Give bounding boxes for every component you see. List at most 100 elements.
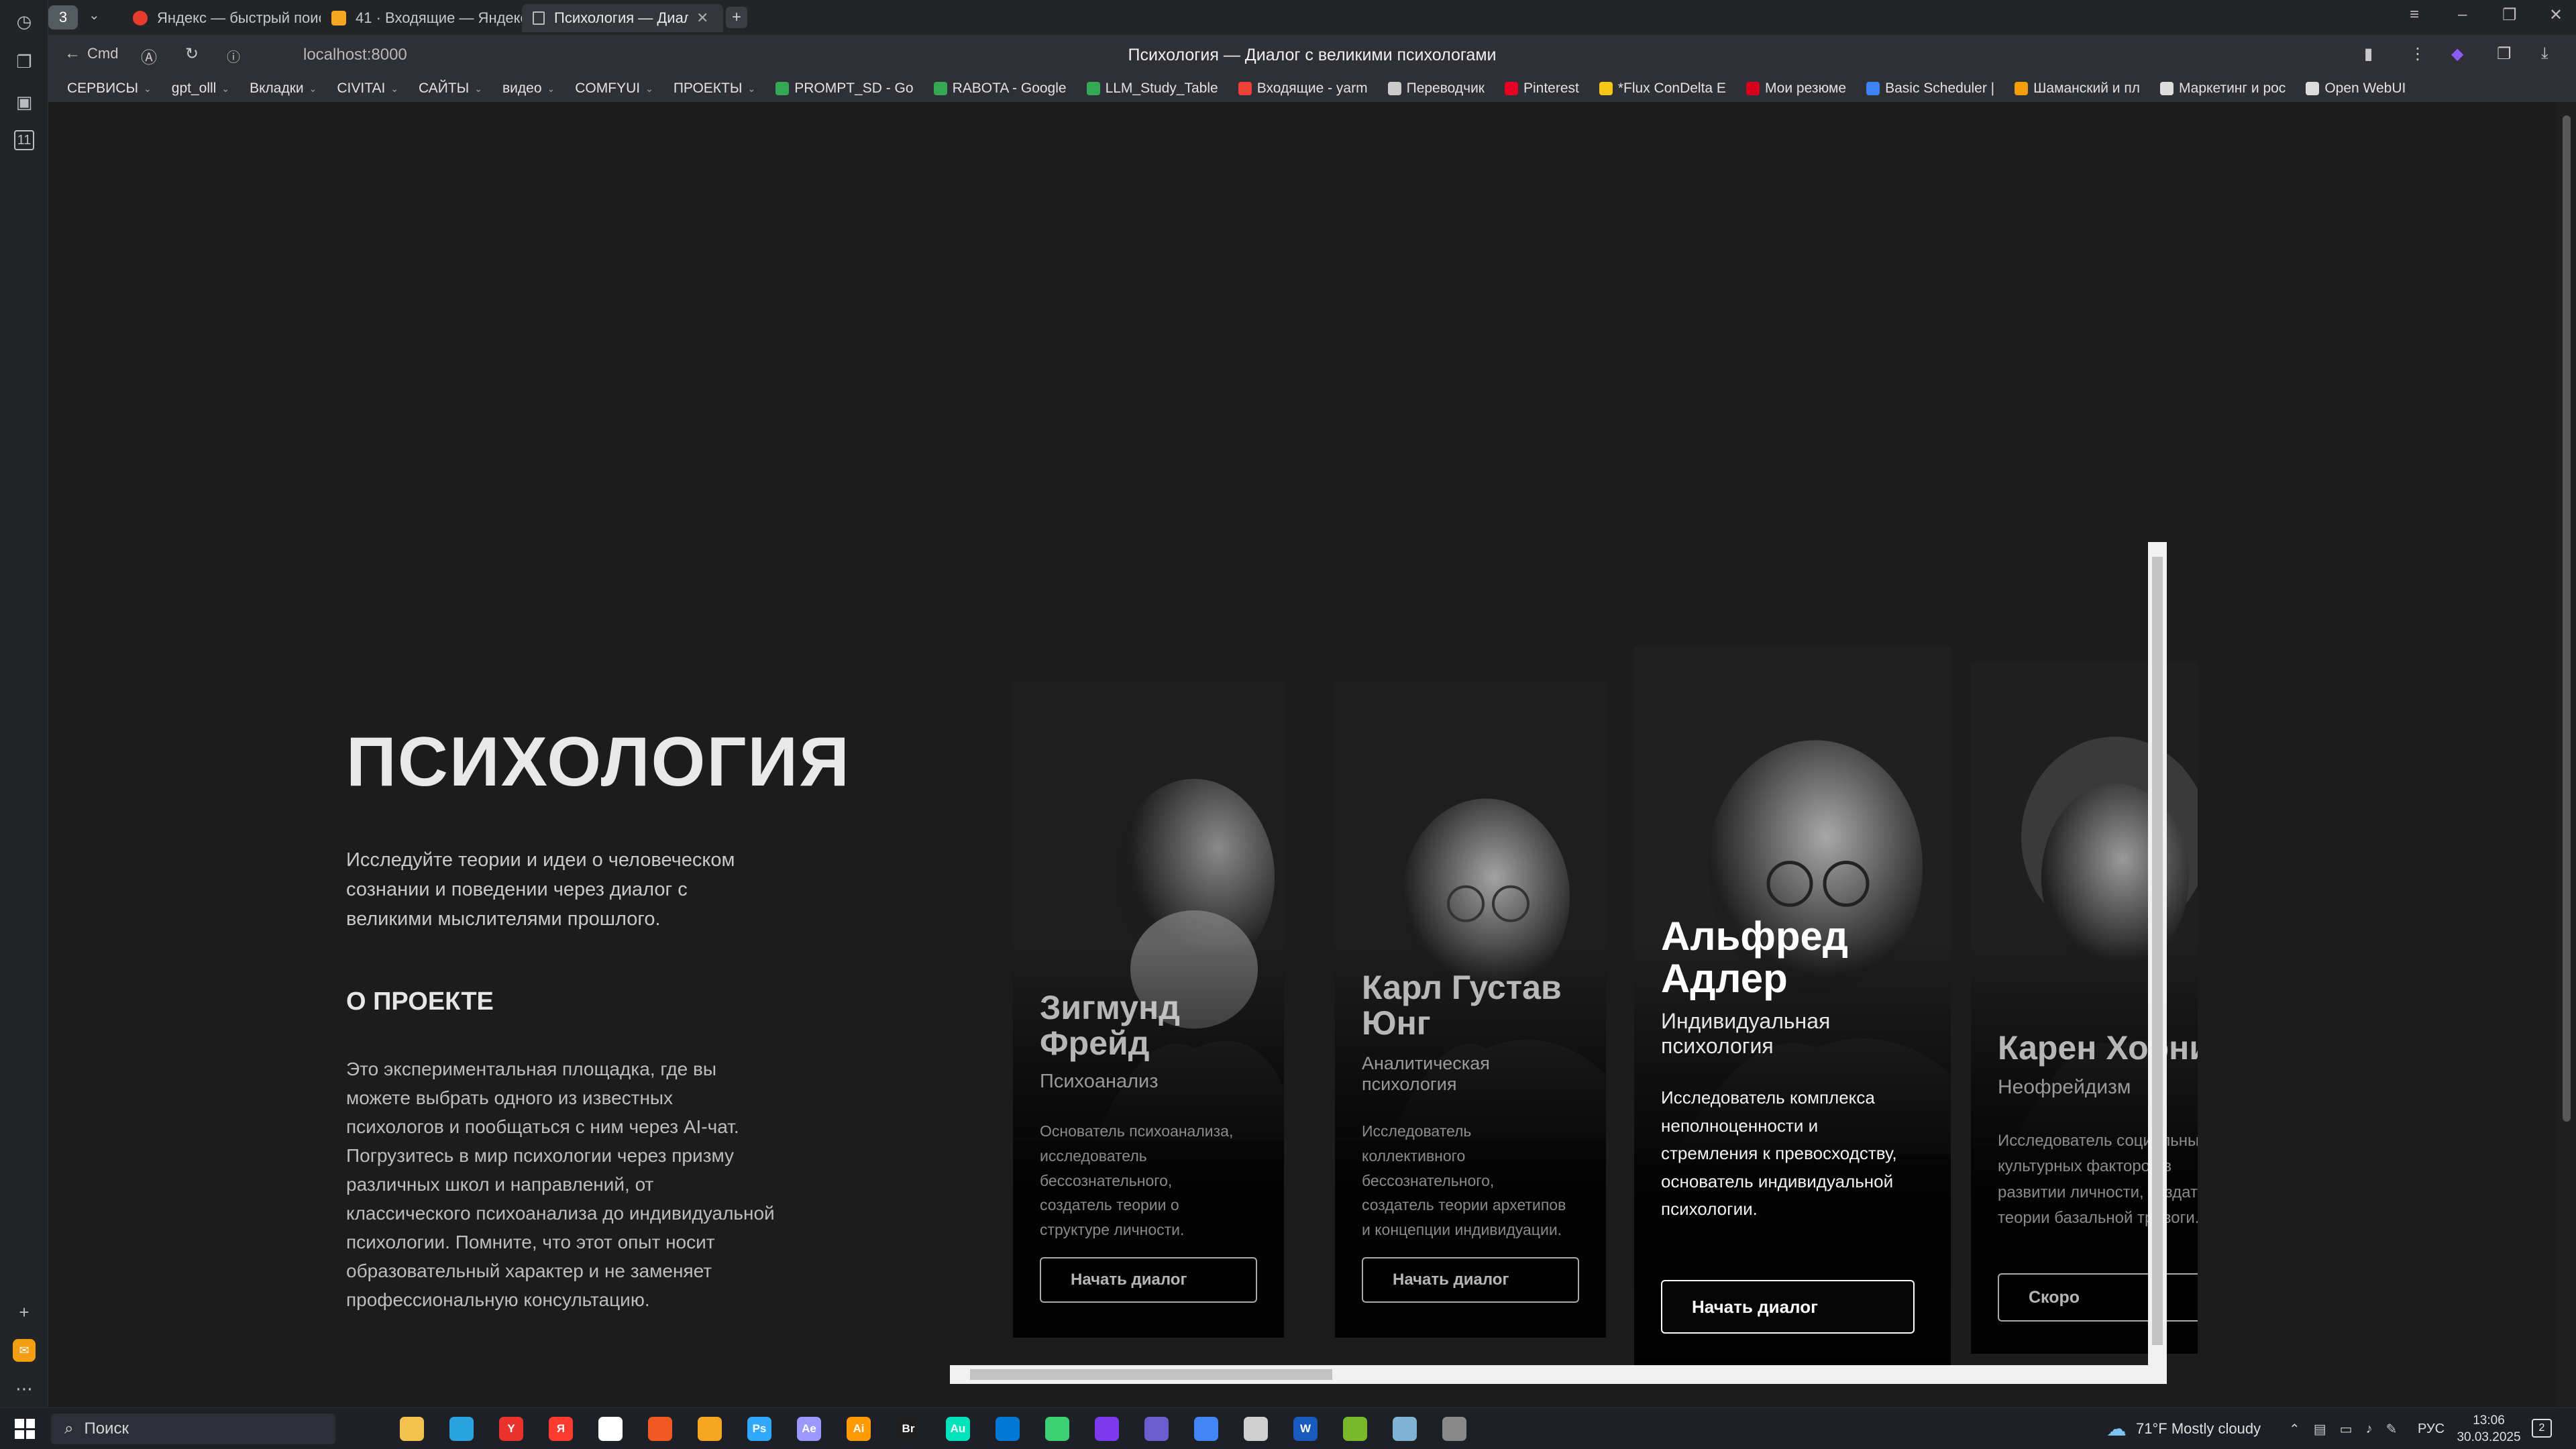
vscode-taskbar-icon[interactable] — [996, 1417, 1020, 1441]
card-freud[interactable]: Зигмунд Фрейд Психоанализ Основатель пси… — [1013, 680, 1284, 1338]
Word-taskbar-icon[interactable]: W — [1293, 1417, 1318, 1441]
collections-icon[interactable]: ❐ — [12, 50, 36, 74]
tray-chevron-icon[interactable]: ⌃ — [2289, 1421, 2300, 1438]
bookmark-folder[interactable]: CIVITAI ⌄ — [337, 80, 398, 97]
card-adler[interactable]: Альфред Адлер Индивидуальная психология … — [1634, 647, 1951, 1372]
search-icon: ⌕ — [64, 1419, 74, 1438]
obsidian-taskbar-icon[interactable] — [1095, 1417, 1119, 1441]
Br-taskbar-icon[interactable]: Br — [896, 1417, 920, 1441]
card-jung[interactable]: Карл Густав Юнг Аналитическая психология… — [1335, 680, 1606, 1338]
bookmark-item[interactable]: RABOTA - Google — [933, 80, 1067, 97]
carousel-horizontal-scrollbar[interactable] — [950, 1365, 2167, 1384]
system-tray[interactable]: ⌃ ▤ ▭ ♪ ✎ — [2289, 1408, 2397, 1449]
bookmark-item[interactable]: PROMPT_SD - Go — [775, 80, 914, 97]
minimize-icon[interactable]: – — [2458, 5, 2467, 24]
bookmark-item[interactable]: Pinterest — [1505, 80, 1579, 97]
Ae-taskbar-icon[interactable]: Ae — [797, 1417, 821, 1441]
bookmark-label: Вкладки — [250, 80, 304, 96]
utorrent-taskbar-icon[interactable] — [1343, 1417, 1367, 1441]
more-icon[interactable]: ⋯ — [12, 1377, 36, 1401]
bookmark-folder[interactable]: COMFYUI ⌄ — [575, 80, 653, 97]
address-bar: ← Cmd Ⓐ ↻ ⓘ localhost:8000 Психология — … — [48, 35, 2576, 75]
language-indicator[interactable]: РУС — [2418, 1408, 2445, 1449]
bookmark-item[interactable]: *Flux ConDelta E — [1599, 80, 1726, 97]
bookmark-favicon-icon — [933, 82, 947, 95]
tab-yandex[interactable]: Яндекс — быстрый поиск — [122, 4, 321, 32]
add-panel-icon[interactable]: + — [12, 1300, 36, 1324]
start-dialog-button[interactable]: Начать диалог — [1040, 1257, 1257, 1303]
app-taskbar-icon[interactable] — [1144, 1417, 1169, 1441]
history-icon[interactable]: ◷ — [12, 9, 36, 34]
bookmark-item[interactable]: LLM_Study_Table — [1086, 80, 1218, 97]
calendar-icon[interactable]: 11 — [14, 130, 34, 150]
downloads-icon[interactable]: ⤓ — [2541, 44, 2548, 63]
pen-icon[interactable]: ✎ — [2386, 1421, 2398, 1438]
network-icon[interactable]: ▤ — [2314, 1421, 2326, 1438]
mail-panel-icon[interactable]: ✉ — [13, 1339, 36, 1362]
bookmark-item[interactable]: Мои резюме — [1746, 80, 1846, 97]
start-icon[interactable] — [15, 1419, 35, 1439]
close-window-icon[interactable]: ✕ — [2549, 5, 2563, 25]
notes-taskbar-icon[interactable] — [598, 1417, 623, 1441]
bookmark-item[interactable]: Basic Scheduler | — [1866, 80, 1994, 97]
carousel-h-thumb[interactable] — [970, 1369, 1332, 1380]
close-tab-icon[interactable]: ✕ — [696, 9, 708, 27]
bookmark-item[interactable]: Маркетинг и рос — [2159, 80, 2286, 97]
card-name: Альфред Адлер — [1661, 914, 1848, 1001]
bookmark-folder[interactable]: СЕРВИСЫ ⌄ — [67, 80, 152, 97]
carousel-v-thumb[interactable] — [2152, 557, 2163, 1345]
bookmark-item[interactable]: Входящие - yarm — [1238, 80, 1368, 97]
tabs-menu-icon[interactable]: ≡ — [2410, 5, 2419, 24]
volume-icon[interactable]: ♪ — [2366, 1421, 2373, 1437]
alice-icon[interactable]: ◆ — [2451, 44, 2463, 64]
blender-taskbar-icon[interactable] — [698, 1417, 722, 1441]
bookmark-item[interactable]: Переводчик — [1387, 80, 1485, 97]
bookmark-folder[interactable]: ПРОЕКТЫ ⌄ — [674, 80, 755, 97]
chevron-down-icon: ⌄ — [390, 83, 399, 94]
collections-toolbar-icon[interactable]: ❐ — [2497, 44, 2512, 64]
bookmark-label: Open WebUI — [2324, 80, 2406, 96]
psychologist-carousel[interactable]: Зигмунд Фрейд Психоанализ Основатель пси… — [950, 542, 2198, 1372]
page-scrollbar-thumb[interactable] — [2563, 115, 2571, 1122]
bookmark-folder[interactable]: видео ⌄ — [502, 80, 555, 97]
Ps-taskbar-icon[interactable]: Ps — [747, 1417, 771, 1441]
telegram-taskbar-icon[interactable] — [449, 1417, 474, 1441]
clock[interactable]: 13:06 30.03.2025 — [2455, 1412, 2522, 1446]
menu-dots-icon[interactable]: ⋮ — [2410, 44, 2426, 64]
tab-list-chevron-icon[interactable]: ⌄ — [89, 7, 100, 23]
bookmark-folder[interactable]: САЙТЫ ⌄ — [419, 80, 482, 97]
weather-widget[interactable]: ☁ 71°F Mostly cloudy — [2106, 1408, 2261, 1449]
bookmark-favicon-icon — [2159, 82, 2174, 95]
bookmark-folder[interactable]: gpt_olll ⌄ — [172, 80, 229, 97]
explorer-taskbar-icon[interactable] — [400, 1417, 424, 1441]
tab-psychology[interactable]: Психология — Диалог ✕ — [522, 4, 723, 32]
start-dialog-button[interactable]: Начать диалог — [1661, 1280, 1915, 1334]
app2-taskbar-icon[interactable] — [1393, 1417, 1417, 1441]
restore-icon[interactable]: ❐ — [2502, 5, 2517, 25]
bookmark-folder[interactable]: Вкладки ⌄ — [250, 80, 317, 97]
browser-active-taskbar-icon[interactable] — [1442, 1417, 1466, 1441]
bookmark-icon[interactable]: ▮ — [2364, 44, 2373, 64]
start-dialog-button[interactable]: Начать диалог — [1362, 1257, 1579, 1303]
yandex-music-taskbar-icon[interactable]: Я — [549, 1417, 573, 1441]
notifications-icon[interactable]: 2 — [2532, 1419, 2552, 1438]
display-icon[interactable]: ▭ — [2340, 1421, 2353, 1438]
bookmark-item[interactable]: Шаманский и пл — [2015, 80, 2140, 97]
carousel-vertical-scrollbar[interactable] — [2148, 542, 2167, 1372]
Au-taskbar-icon[interactable]: Au — [946, 1417, 970, 1441]
terminal-taskbar-icon[interactable] — [1045, 1417, 1069, 1441]
card-description: Основатель психоанализа, исследователь б… — [1040, 1122, 1234, 1239]
brave-taskbar-icon[interactable] — [648, 1417, 672, 1441]
Ai-taskbar-icon[interactable]: Ai — [847, 1417, 871, 1441]
bookmark-item[interactable]: Open WebUI — [2306, 80, 2406, 97]
chevron-down-icon: ⌄ — [645, 83, 653, 94]
soon-button[interactable]: Скоро — [1998, 1273, 2198, 1322]
chrome-taskbar-icon[interactable] — [1194, 1417, 1218, 1441]
yandex-taskbar-icon[interactable]: Y — [499, 1417, 523, 1441]
media-icon[interactable]: ▣ — [12, 90, 36, 114]
taskbar-search[interactable]: ⌕ Поиск — [51, 1413, 335, 1444]
workspace-badge[interactable]: 3 — [48, 5, 78, 30]
page-scrollbar[interactable] — [2557, 102, 2576, 1407]
photo-taskbar-icon[interactable] — [1244, 1417, 1268, 1441]
new-tab-icon[interactable]: + — [726, 7, 747, 28]
